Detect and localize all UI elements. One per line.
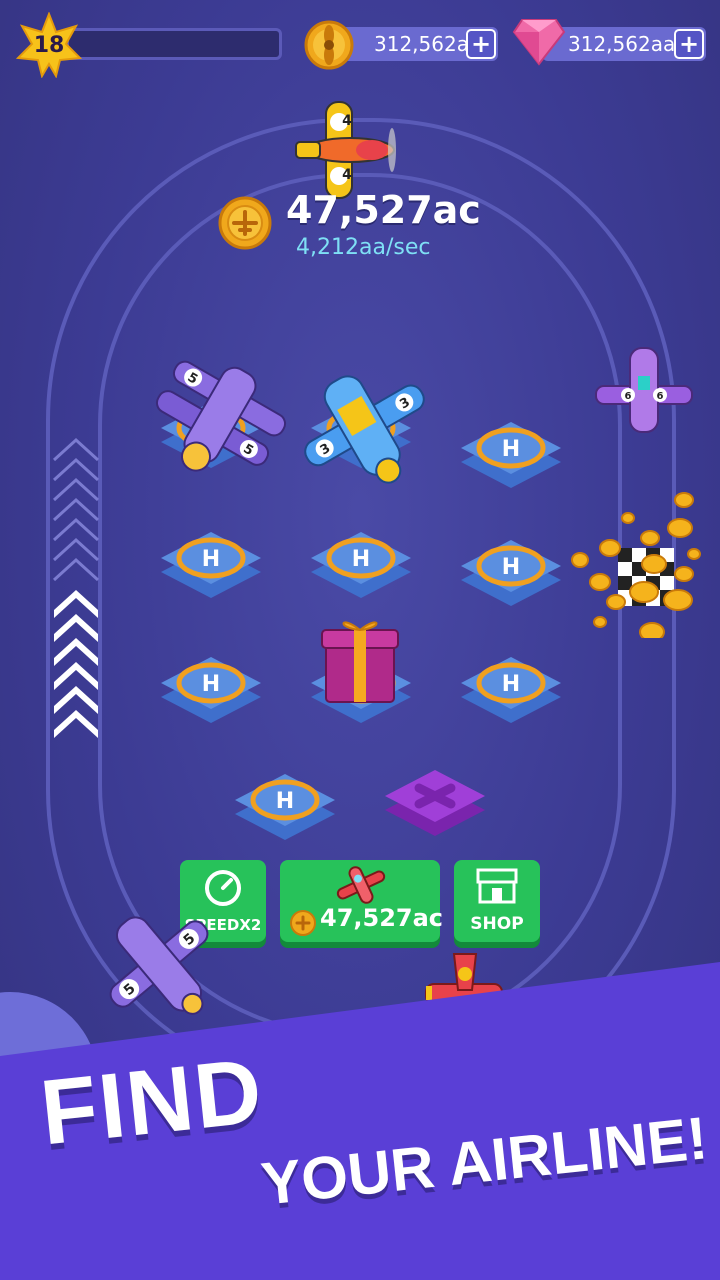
add-gems-button[interactable]: +	[674, 29, 704, 59]
race-plane-purple-jet: 6 6	[595, 347, 693, 433]
shop-icon	[476, 868, 518, 904]
propeller-coin-icon	[304, 20, 354, 70]
plane-number: 4	[342, 167, 352, 183]
airplane-coin-icon	[218, 196, 272, 250]
add-coins-button[interactable]: +	[466, 29, 496, 59]
speedometer-icon	[205, 870, 241, 906]
coin-counter: 312,562aav +	[330, 27, 498, 61]
helipad-slot[interactable]	[160, 530, 262, 600]
game-screen: 18 312,562aav + 312,562aa + 4 4 47,527ac	[0, 0, 720, 1280]
race-plane-red	[425, 953, 503, 1005]
plane-icon	[336, 866, 386, 904]
buy-plane-price: 47,527ac	[320, 904, 444, 932]
track-chevrons	[52, 437, 100, 738]
coin-burst	[571, 492, 701, 638]
gem-icon	[512, 19, 566, 66]
helipad-slot[interactable]	[234, 772, 336, 842]
helipad-slot[interactable]	[460, 420, 562, 490]
race-plane-purple-corner: 5 5	[109, 916, 209, 1015]
buy-plane-button[interactable]: 47,527ac	[280, 860, 444, 942]
plane-number: 4	[342, 113, 352, 129]
plane-blue-fighter[interactable]: 3 3	[296, 368, 436, 488]
level-number: 18	[33, 32, 65, 58]
svg-text:6: 6	[657, 391, 664, 402]
svg-text:6: 6	[625, 391, 632, 402]
xp-progress-bar	[66, 28, 282, 60]
shop-button[interactable]: SHOP	[454, 860, 540, 942]
airplane-coin-icon	[290, 910, 316, 936]
helipad-slot[interactable]	[310, 530, 412, 600]
earnings-rate: 4,212aa/sec	[296, 235, 431, 260]
locked-slot	[385, 770, 485, 836]
shop-button-label: SHOP	[470, 914, 524, 934]
helipad-slot[interactable]	[460, 655, 562, 725]
gift-box[interactable]	[320, 614, 400, 706]
helipad-slot[interactable]	[460, 538, 562, 608]
gem-counter: 312,562aa +	[542, 27, 706, 61]
plane-purple-biplane[interactable]: 5 5	[150, 355, 290, 475]
earnings-total: 47,527ac	[286, 188, 481, 232]
helipad-slot[interactable]	[160, 655, 262, 725]
